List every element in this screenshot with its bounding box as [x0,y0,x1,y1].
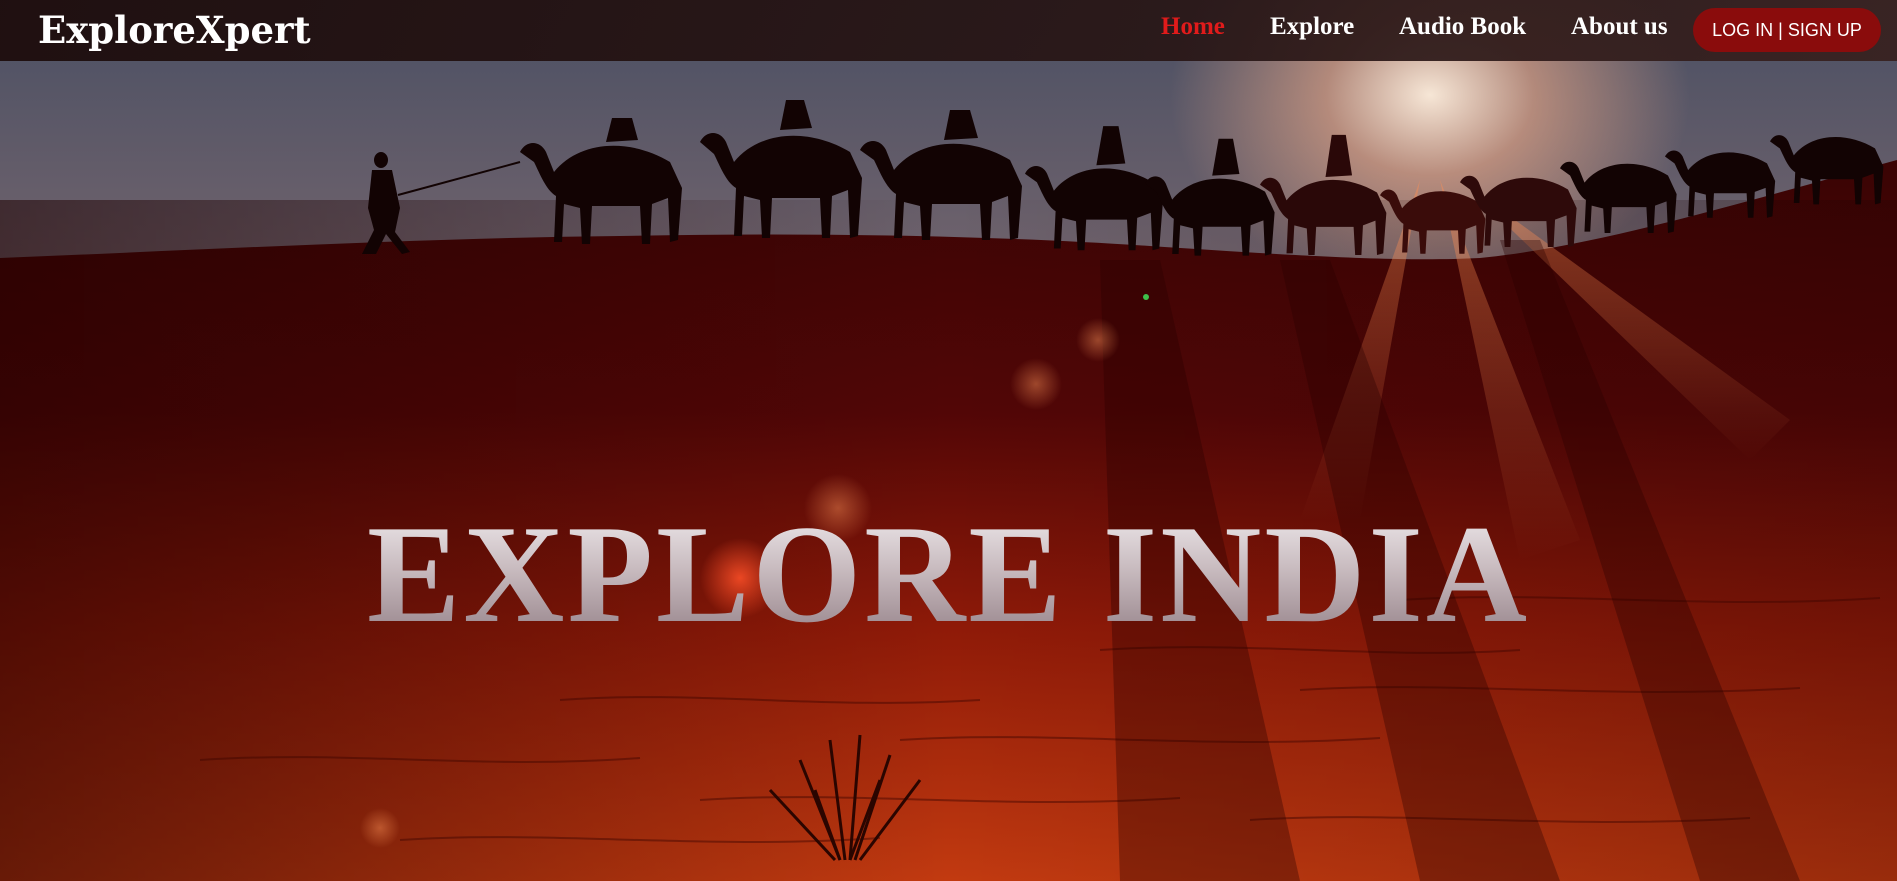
top-navbar: ExploreXpert Home Explore Audio Book Abo… [0,0,1897,61]
desert-scene [0,100,1897,881]
login-signup-button[interactable]: LOG IN | SIGN UP [1693,8,1881,52]
nav-link-home[interactable]: Home [1161,13,1225,41]
brand-logo[interactable]: ExploreXpert [38,8,311,52]
page: ExploreXpert Home Explore Audio Book Abo… [0,0,1897,881]
hero-background-image [0,0,1897,881]
nav-link-audio-book[interactable]: Audio Book [1399,13,1526,41]
nav-link-about-us[interactable]: About us [1571,13,1668,41]
hero-headline: EXPLORE INDIA [0,500,1897,650]
nav-link-explore[interactable]: Explore [1270,13,1354,41]
